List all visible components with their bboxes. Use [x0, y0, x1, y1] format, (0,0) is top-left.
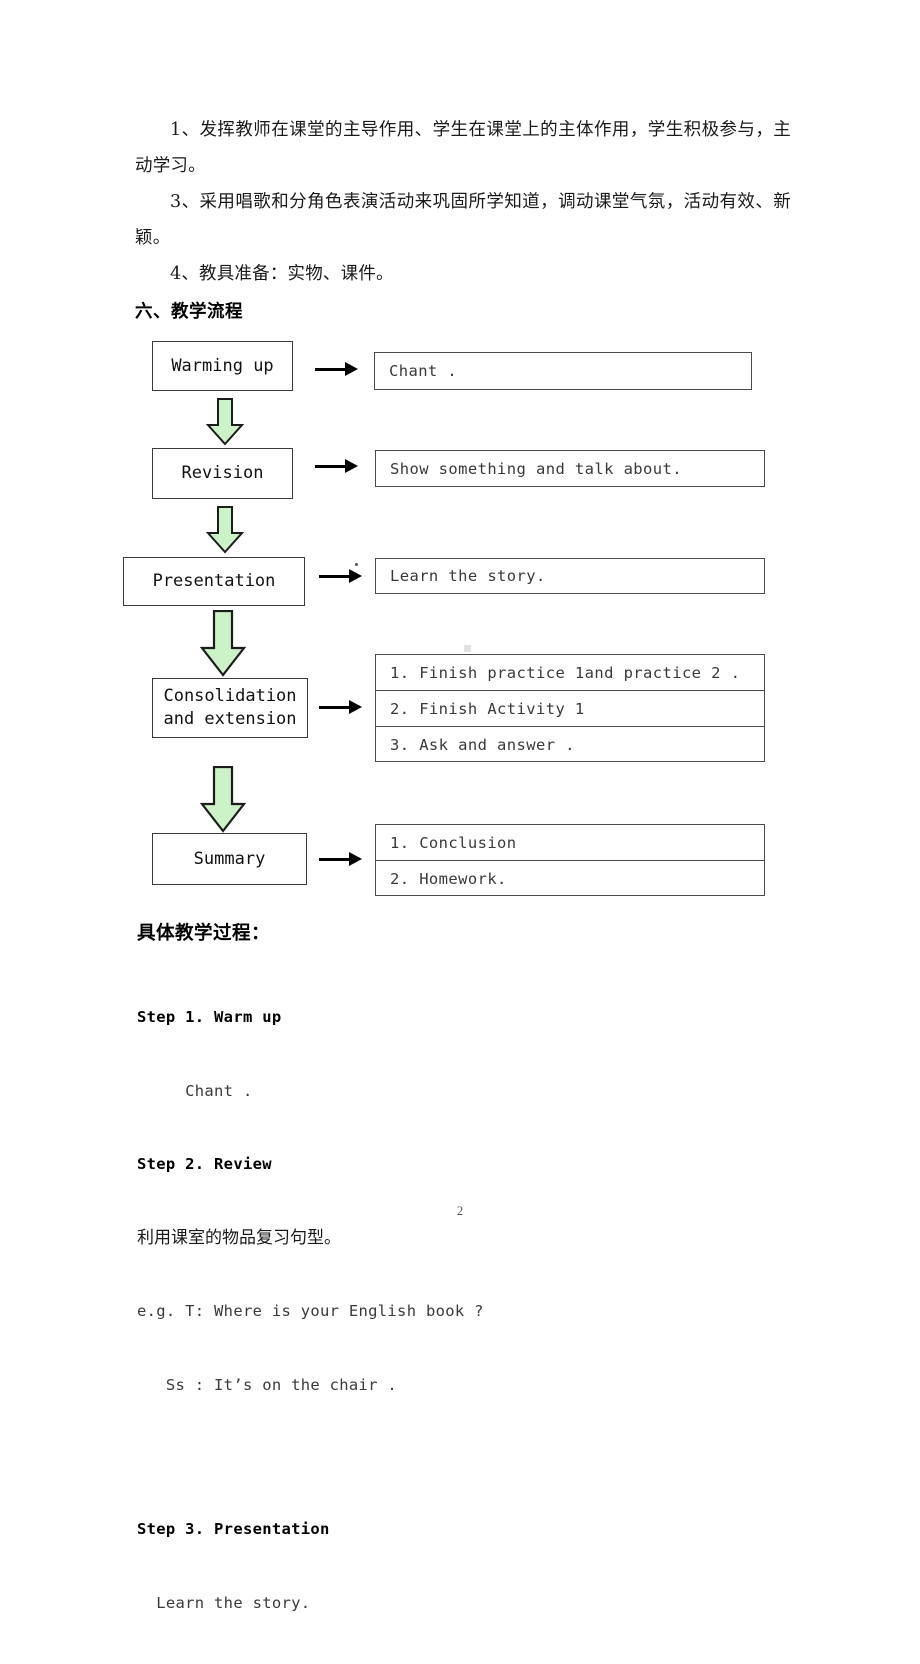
- step-line-7: Step 3. Presentation: [137, 1520, 330, 1538]
- flow-detail-summary-row-1-label: 1. Conclusion: [390, 833, 517, 852]
- flow-node-revision: Revision: [152, 448, 293, 499]
- flow-detail-summary: 1. Conclusion 2. Homework.: [375, 824, 765, 896]
- flow-node-consolidation-label-line1: Consolidation: [163, 686, 297, 707]
- flow-detail-revision-label: Show something and talk about.: [390, 459, 682, 478]
- step-line-gap: [137, 1446, 777, 1468]
- down-arrow-icon-2: [205, 506, 245, 554]
- page-number: 2: [456, 1203, 464, 1218]
- step-line-3: Step 2. Review: [137, 1155, 272, 1173]
- step-line-5: e.g. T: Where is your English book ?: [137, 1302, 484, 1320]
- flow-detail-summary-row-2: 2. Homework.: [376, 861, 764, 897]
- step-line-8: Learn the story.: [137, 1593, 311, 1612]
- flow-node-presentation: Presentation: [123, 557, 305, 606]
- arrow-right-icon-1: [315, 361, 361, 379]
- arrow-right-icon-5: [319, 851, 365, 869]
- down-arrow-icon-1: [205, 398, 245, 446]
- arrow-right-icon-3: [319, 568, 365, 586]
- flow-node-warming-up-label: Warming up: [171, 355, 274, 376]
- arrow-right-icon-2: [315, 458, 361, 476]
- teaching-steps-block: Step 1. Warm up Chant . Step 2. Review 利…: [137, 956, 777, 1664]
- flow-detail-summary-row-2-label: 2. Homework.: [390, 870, 507, 888]
- flow-detail-consolidation-row-3-label: 3. Ask and answer .: [390, 736, 575, 754]
- flow-detail-consolidation-row-1: 1. Finish practice 1and practice 2 .: [376, 655, 764, 691]
- flow-detail-chant: Chant .: [374, 352, 752, 390]
- flow-detail-summary-row-1: 1. Conclusion: [376, 825, 764, 861]
- flow-detail-chant-label: Chant .: [389, 362, 458, 380]
- step-line-2: Chant .: [137, 1081, 253, 1100]
- down-arrow-icon-4: [198, 766, 248, 834]
- flow-detail-consolidation-row-2-label: 2. Finish Activity 1: [390, 699, 585, 718]
- step-line-1: Step 1. Warm up: [137, 1008, 282, 1026]
- flow-detail-consolidation-row-2: 2. Finish Activity 1: [376, 691, 764, 727]
- flow-node-warming-up: Warming up: [152, 341, 293, 391]
- flow-node-revision-label: Revision: [181, 463, 264, 484]
- flow-detail-presentation-label: Learn the story.: [390, 567, 546, 585]
- flow-node-summary-label: Summary: [193, 848, 266, 869]
- step-line-6: Ss : It’s on the chair .: [137, 1375, 398, 1394]
- flow-detail-consolidation-row-1-label: 1. Finish practice 1and practice 2 .: [390, 663, 741, 682]
- arrow-right-icon-4: [319, 699, 365, 717]
- flow-node-consolidation: Consolidation and extension: [152, 678, 308, 738]
- flow-detail-revision: Show something and talk about.: [375, 450, 765, 487]
- down-arrow-icon-3: [198, 610, 248, 678]
- flow-detail-consolidation: 1. Finish practice 1and practice 2 . 2. …: [375, 654, 765, 762]
- document-page: 1、发挥教师在课堂的主导作用、学生在课堂上的主体作用，学生积极参与，主动学习。 …: [0, 0, 920, 1612]
- step-line-4: 利用课室的物品复习句型。: [137, 1227, 341, 1248]
- flow-detail-consolidation-row-3: 3. Ask and answer .: [376, 727, 764, 763]
- stray-dot-mark: [355, 563, 358, 566]
- sub-heading: 具体教学过程：: [137, 923, 271, 944]
- stray-square-mark: [464, 645, 471, 652]
- flow-node-consolidation-label-line2: and extension: [163, 709, 297, 729]
- flow-node-presentation-label: Presentation: [152, 571, 276, 592]
- flow-detail-presentation: Learn the story.: [375, 558, 765, 594]
- flow-node-summary: Summary: [152, 833, 307, 885]
